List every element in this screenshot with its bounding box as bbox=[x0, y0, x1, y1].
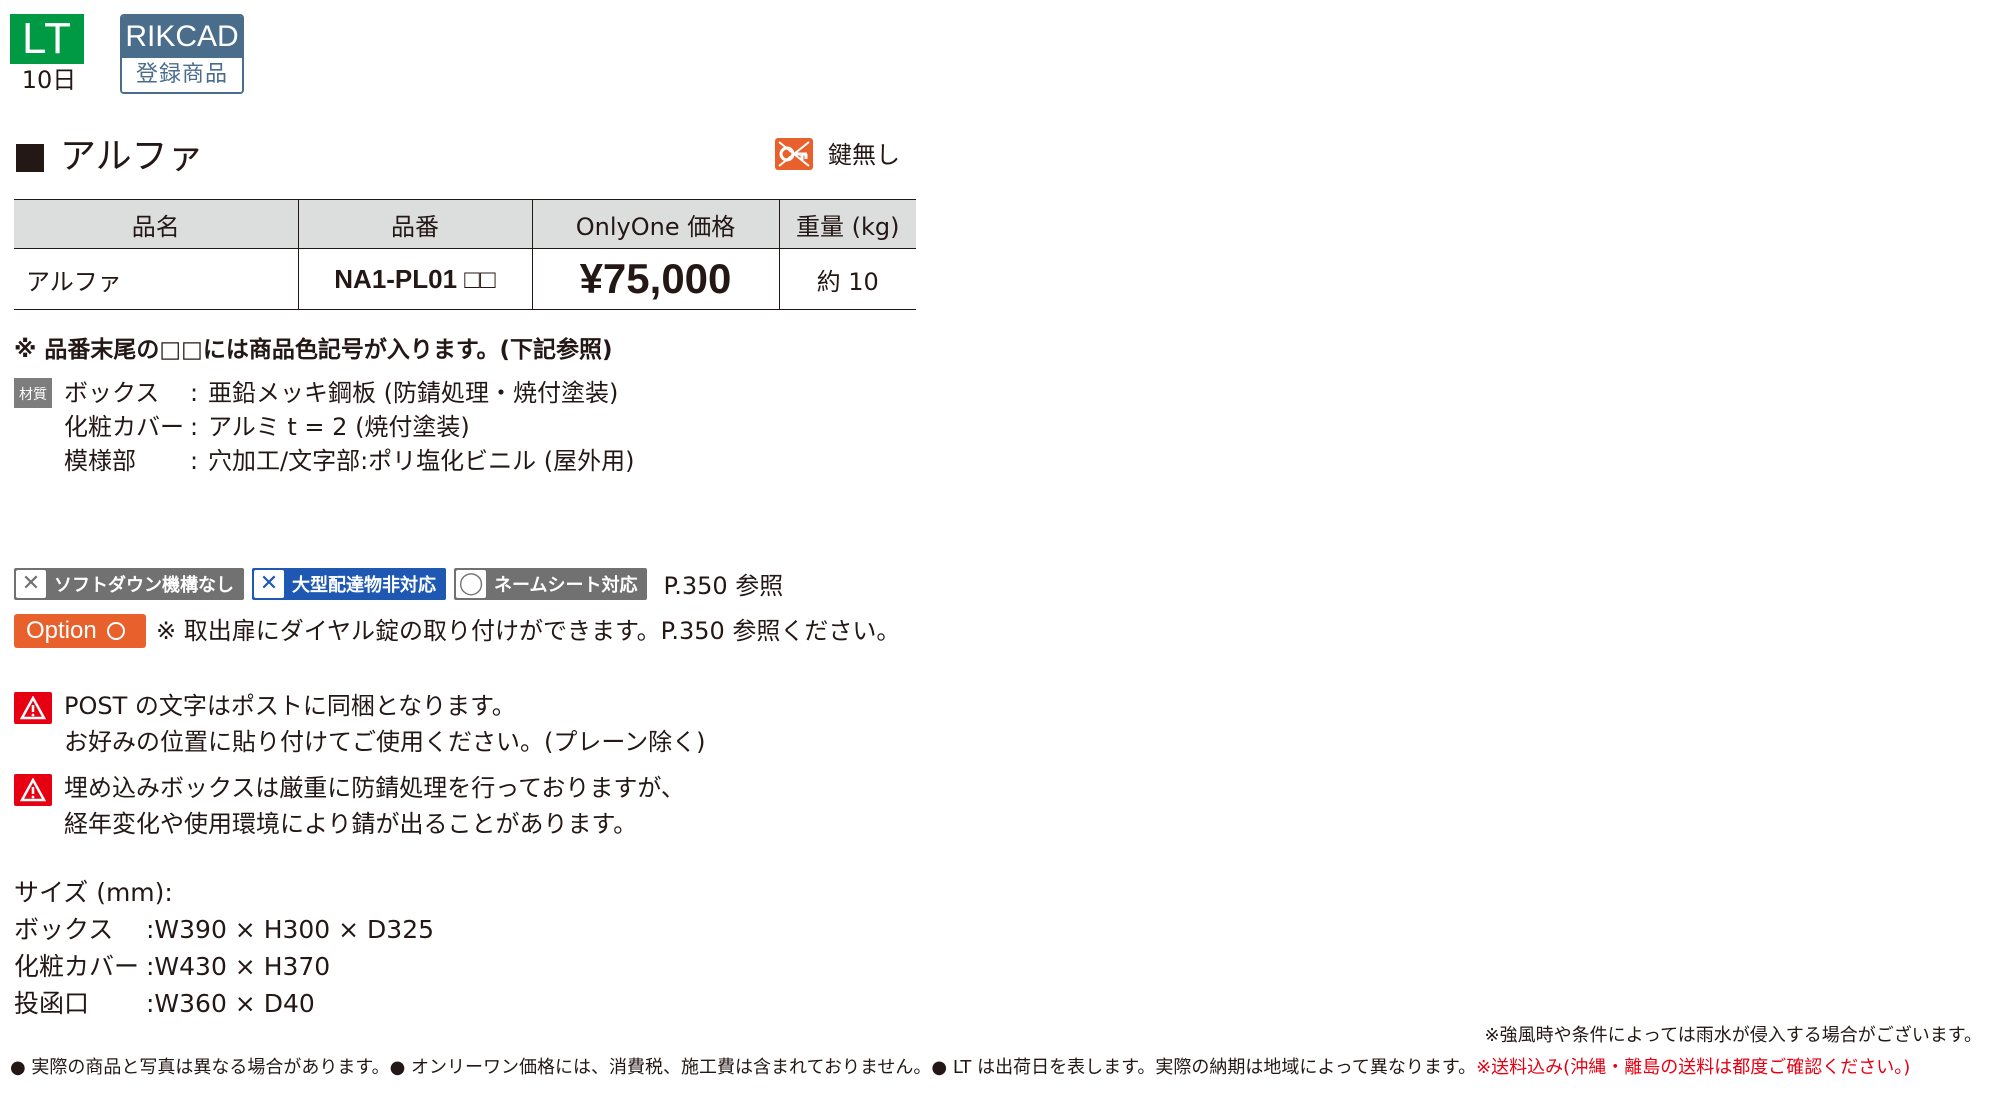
size-value: :W430 × H370 bbox=[146, 952, 331, 981]
shipping-note: ※送料込み(沖縄・離島の送料は都度ご確認ください。) bbox=[1476, 1057, 1911, 1078]
product-title: アルファ bbox=[60, 136, 204, 177]
material-value: アルミ t = 2 (焼付塗装) bbox=[208, 413, 470, 441]
header-price: OnlyOne 価格 bbox=[531, 199, 779, 249]
size-heading: サイズ (mm): bbox=[14, 874, 173, 911]
warning-text: 経年変化や使用環境により錆が出ることがあります。 bbox=[64, 810, 638, 838]
cell-weight: 約 10 bbox=[778, 248, 916, 310]
material-key: 模様部 bbox=[64, 447, 136, 475]
size-key: ボックス bbox=[14, 915, 114, 944]
lead-time-days: 10日 bbox=[21, 66, 77, 94]
option-badge: Option bbox=[14, 614, 146, 648]
circle-icon: ◯ bbox=[456, 569, 486, 598]
lead-time-badge: LT bbox=[10, 14, 84, 64]
size-row: 投函口 :W360 × D40 bbox=[14, 985, 315, 1022]
chip-label: ネームシート対応 bbox=[494, 574, 638, 596]
footer-disclaimer: ● 実際の商品と写真は異なる場合があります。● オンリーワン価格には、消費税、施… bbox=[10, 1054, 1910, 1082]
cell-product-name: アルファ bbox=[14, 248, 298, 310]
footer-disclaimer-text: ● 実際の商品と写真は異なる場合があります。● オンリーワン価格には、消費税、施… bbox=[10, 1057, 1477, 1078]
material-separator: : bbox=[190, 447, 199, 475]
material-icon: 材質 bbox=[14, 378, 52, 408]
material-key: 化粧カバー bbox=[64, 413, 184, 441]
chip-label: 大型配達物非対応 bbox=[292, 574, 436, 596]
header-weight: 重量 (kg) bbox=[778, 199, 916, 249]
size-value: :W360 × D40 bbox=[146, 989, 315, 1018]
size-row: ボックス :W390 × H300 × D325 bbox=[14, 911, 434, 948]
size-value: :W390 × H300 × D325 bbox=[146, 915, 435, 944]
material-key: ボックス bbox=[64, 379, 160, 407]
material-row: 模様部 : 穴加工/文字部:ポリ塩化ビニル (屋外用) bbox=[64, 444, 635, 478]
dial-icon bbox=[107, 622, 126, 640]
material-row: ボックス : 亜鉛メッキ鋼板 (防錆処理・焼付塗装) bbox=[64, 376, 618, 410]
cross-icon: ✕ bbox=[16, 569, 46, 598]
material-icon-label: 材質 bbox=[19, 387, 47, 403]
chip-no-large-delivery: ✕ 大型配達物非対応 bbox=[252, 567, 446, 600]
lock-type-label: 鍵無し bbox=[828, 141, 900, 169]
header-code: 品番 bbox=[297, 199, 532, 249]
code-note: ※ 品番末尾の□□には商品色記号が入ります。(下記参照) bbox=[14, 337, 613, 363]
chip-no-soft-down: ✕ ソフトダウン機構なし bbox=[14, 567, 244, 600]
rikcad-badge: RIKCAD 登録商品 bbox=[120, 14, 244, 94]
chip-name-sheet: ◯ ネームシート対応 bbox=[454, 567, 648, 600]
header-name: 品名 bbox=[14, 199, 298, 249]
title-bullet-icon bbox=[16, 144, 44, 172]
size-row: 化粧カバー :W430 × H370 bbox=[14, 948, 330, 985]
option-badge-label: Option bbox=[26, 617, 97, 644]
material-separator: : bbox=[190, 379, 199, 407]
cell-price: ¥75,000 bbox=[531, 248, 779, 310]
material-separator: : bbox=[190, 413, 199, 441]
warning-icon bbox=[14, 692, 52, 724]
product-spec-table: 品名 品番 OnlyOne 価格 重量 (kg) アルファ NA1-PL01 □… bbox=[14, 199, 916, 310]
rain-note: ※強風時や条件によっては雨水が侵入する場合がございます。 bbox=[1484, 1025, 1982, 1046]
table-header-row: 品名 品番 OnlyOne 価格 重量 (kg) bbox=[14, 199, 916, 249]
size-key: 化粧カバー bbox=[14, 952, 140, 981]
warning-text: 埋め込みボックスは厳重に防錆処理を行っておりますが、 bbox=[64, 774, 685, 802]
table-row: アルファ NA1-PL01 □□ ¥75,000 約 10 bbox=[14, 248, 916, 310]
warning-text: お好みの位置に貼り付けてご使用ください。(プレーン除く) bbox=[64, 728, 706, 756]
warning-text: POST の文字はポストに同梱となります。 bbox=[64, 692, 516, 720]
material-value: 穴加工/文字部:ポリ塩化ビニル (屋外用) bbox=[208, 447, 635, 475]
warning-icon bbox=[14, 774, 52, 806]
material-row: 化粧カバー : アルミ t = 2 (焼付塗装) bbox=[64, 410, 470, 444]
size-key: 投函口 bbox=[14, 989, 90, 1018]
chips-page-reference: P.350 参照 bbox=[663, 572, 784, 600]
option-text: ※ 取出扉にダイヤル錠の取り付けができます。P.350 参照ください。 bbox=[156, 617, 901, 645]
rikcad-sub-label: 登録商品 bbox=[122, 58, 242, 92]
size-heading-text: サイズ (mm): bbox=[14, 878, 173, 907]
material-value: 亜鉛メッキ鋼板 (防錆処理・焼付塗装) bbox=[208, 379, 619, 407]
feature-chips: ✕ ソフトダウン機構なし ✕ 大型配達物非対応 ◯ ネームシート対応 P.350… bbox=[14, 566, 783, 601]
cross-icon: ✕ bbox=[254, 569, 284, 598]
chip-label: ソフトダウン機構なし bbox=[54, 574, 234, 596]
no-key-icon bbox=[775, 138, 813, 170]
rikcad-label: RIKCAD bbox=[122, 16, 242, 58]
cell-product-code: NA1-PL01 □□ bbox=[297, 248, 532, 310]
